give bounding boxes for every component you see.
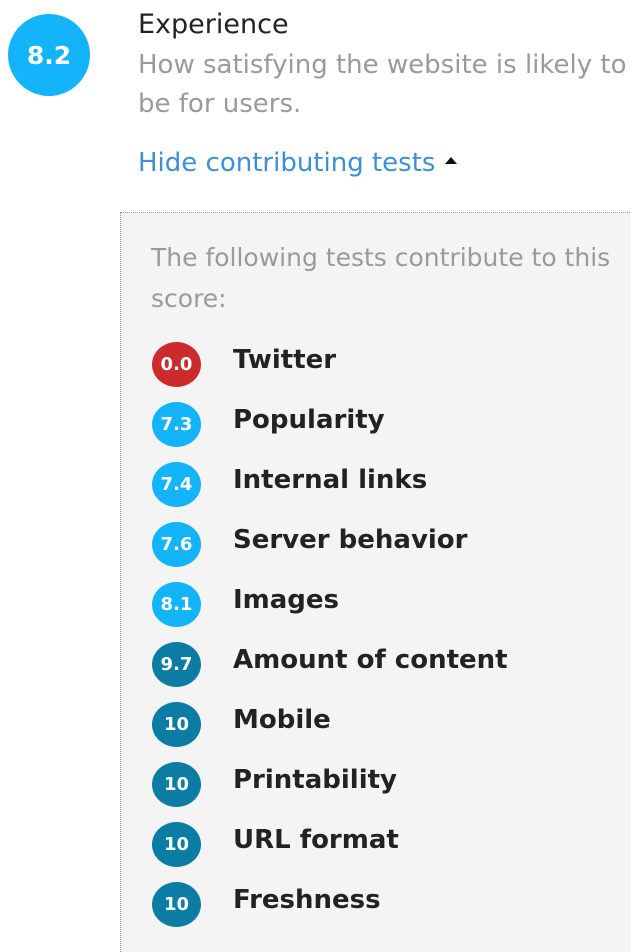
test-list: 0.0 Twitter 7.3 Popularity 7.4 Internal …	[152, 337, 508, 937]
hide-contributing-tests-link[interactable]: Hide contributing tests	[138, 144, 458, 182]
test-score-badge: 7.4	[152, 462, 201, 507]
test-row: 10 Freshness	[152, 877, 508, 937]
test-score-badge: 9.7	[152, 642, 201, 687]
test-score-badge: 10	[152, 762, 201, 807]
test-score-badge: 8.1	[152, 582, 201, 627]
toggle-label: Hide contributing tests	[138, 148, 436, 178]
test-score-badge: 7.6	[152, 522, 201, 567]
category-description: How satisfying the website is likely to …	[138, 50, 627, 119]
test-label: Mobile	[233, 705, 331, 735]
caret-up-icon	[445, 157, 458, 164]
test-label: Internal links	[233, 465, 428, 495]
test-label: Images	[233, 585, 340, 615]
test-row: 8.1 Images	[152, 577, 508, 637]
test-label: Printability	[233, 765, 397, 795]
test-label: Twitter	[233, 345, 337, 375]
test-row: 7.3 Popularity	[152, 397, 508, 457]
test-score-badge: 7.3	[152, 402, 201, 447]
contributing-tests-panel: The following tests contribute to this s…	[120, 212, 631, 952]
test-label: Freshness	[233, 885, 381, 915]
test-label: Popularity	[233, 405, 385, 435]
category-score-value: 8.2	[26, 40, 72, 70]
test-row: 0.0 Twitter	[152, 337, 508, 397]
test-label: Amount of content	[233, 645, 508, 675]
test-score-badge: 10	[152, 882, 201, 927]
test-score-badge: 10	[152, 822, 201, 867]
test-score-badge: 10	[152, 702, 201, 747]
test-label: URL format	[233, 825, 399, 855]
test-score-badge: 0.0	[152, 342, 201, 387]
test-row: 9.7 Amount of content	[152, 637, 508, 697]
panel-intro-text: The following tests contribute to this s…	[151, 243, 611, 313]
test-row: 7.6 Server behavior	[152, 517, 508, 577]
test-row: 10 Printability	[152, 757, 508, 817]
test-row: 10 URL format	[152, 817, 508, 877]
test-label: Server behavior	[233, 525, 468, 555]
category-score-badge: 8.2	[8, 14, 90, 96]
category-title: Experience	[138, 9, 289, 40]
test-row: 10 Mobile	[152, 697, 508, 757]
test-row: 7.4 Internal links	[152, 457, 508, 517]
